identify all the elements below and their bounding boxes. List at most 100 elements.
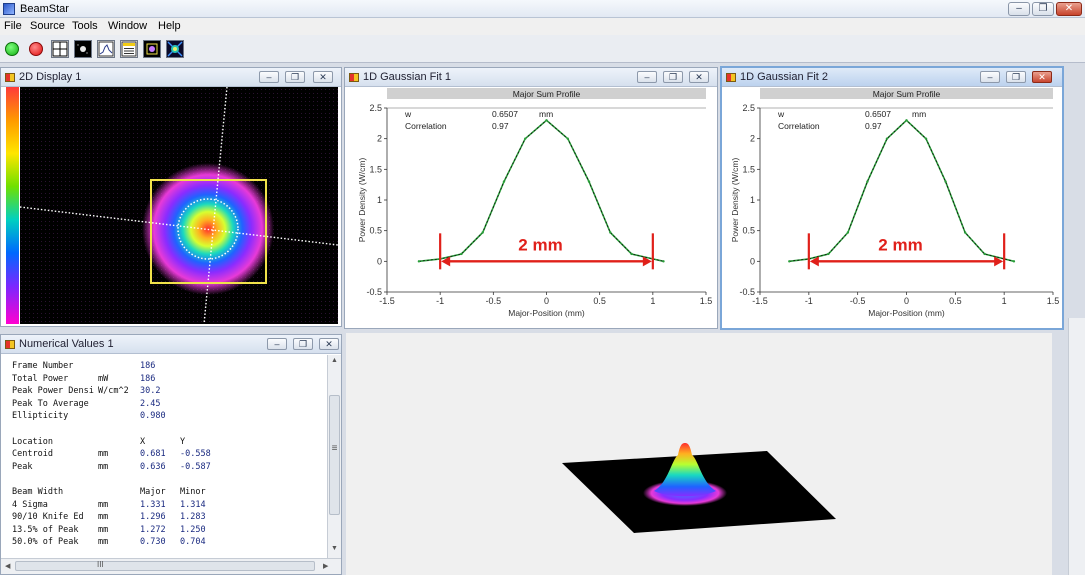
- restore-button[interactable]: ❐: [293, 338, 313, 350]
- y-axis-label: Power Density (W/cm): [357, 158, 367, 243]
- start-green-icon[interactable]: [5, 42, 19, 56]
- row-value-2: Minor: [180, 486, 206, 497]
- x-tick-label: -1.5: [752, 296, 768, 306]
- grid-display-icon[interactable]: [51, 40, 69, 58]
- row-unit: W/cm^2: [98, 386, 129, 397]
- w-label: w: [777, 109, 785, 119]
- record-red-icon[interactable]: [29, 42, 43, 56]
- y-tick-label: 0.5: [369, 226, 382, 236]
- close-button[interactable]: ✕: [313, 71, 333, 83]
- x-axis-label: Major-Position (mm): [868, 308, 945, 318]
- window-titlebar: 1D Gaussian Fit 2 – ❐ ✕: [722, 68, 1062, 87]
- x-tick-label: 0: [904, 296, 909, 306]
- y-tick-label: 2: [377, 134, 382, 144]
- close-button[interactable]: ✕: [1056, 2, 1082, 16]
- scroll-thumb[interactable]: [329, 395, 340, 515]
- w-unit: mm: [539, 109, 553, 119]
- row-value-2: 0.704: [180, 537, 206, 548]
- w-value: 0.6507: [865, 109, 891, 119]
- minimize-button[interactable]: –: [980, 71, 1000, 83]
- row-label: Total Power: [12, 373, 69, 384]
- window-titlebar: 2D Display 1 – ❐ ✕: [1, 68, 341, 87]
- x-tick-label: 0.5: [949, 296, 962, 306]
- data-point: [587, 180, 591, 183]
- window-icon: [349, 73, 359, 82]
- minimize-button[interactable]: –: [1008, 2, 1030, 16]
- horizontal-scrollbar[interactable]: ◀ III ▶: [1, 558, 341, 574]
- restore-button[interactable]: ❐: [1032, 2, 1054, 16]
- window-title: 2D Display 1: [19, 71, 82, 83]
- toolbar: [0, 35, 1085, 63]
- y-axis-label: Power Density (W/cm): [730, 158, 740, 243]
- menu-file[interactable]: File: [4, 20, 22, 32]
- spot-icon[interactable]: [143, 40, 161, 58]
- data-point: [885, 137, 889, 140]
- main-vertical-scrollbar[interactable]: [1068, 318, 1085, 575]
- restore-button[interactable]: ❐: [285, 71, 305, 83]
- scroll-thumb[interactable]: [15, 561, 315, 571]
- window-titlebar: 1D Gaussian Fit 1 – ❐ ✕: [345, 68, 717, 87]
- row-label: Peak: [12, 461, 33, 472]
- restore-button[interactable]: ❐: [1006, 71, 1026, 83]
- menu-bar: File Source Tools Window Help: [0, 18, 1085, 35]
- x-tick-label: 1: [650, 296, 655, 306]
- x-tick-label: -0.5: [850, 296, 866, 306]
- minimize-button[interactable]: –: [259, 71, 279, 83]
- 2d-beam-icon[interactable]: [74, 40, 92, 58]
- menu-help[interactable]: Help: [158, 20, 181, 32]
- color-scale-bar: [6, 87, 19, 324]
- row-value-2: Y: [180, 436, 186, 447]
- y-tick-label: 1.5: [369, 164, 382, 174]
- scroll-grip: ≡: [331, 443, 338, 454]
- row-label: 13.5% of Peak: [12, 524, 79, 535]
- close-button[interactable]: ✕: [1032, 71, 1052, 83]
- x-tick-label: 0.5: [593, 296, 606, 306]
- x-tick-label: -1.5: [379, 296, 395, 306]
- y-tick-label: -0.5: [366, 287, 382, 297]
- annotation-label: 2 mm: [878, 235, 922, 254]
- data-point: [1012, 260, 1016, 263]
- row-label: 50.0% of Peak: [12, 537, 79, 548]
- correlation-label: Correlation: [778, 121, 820, 131]
- data-point: [524, 137, 527, 140]
- row-unit: mm: [98, 537, 109, 548]
- x-tick-label: 1: [1002, 296, 1007, 306]
- x-tick-label: -1: [436, 296, 444, 306]
- x-tick-label: 1.5: [1047, 296, 1060, 306]
- row-unit: mm: [98, 499, 109, 510]
- x-tick-label: 1.5: [700, 296, 713, 306]
- plot-title: Major Sum Profile: [513, 89, 581, 99]
- data-point: [566, 137, 569, 140]
- y-tick-label: 1: [750, 195, 755, 205]
- w-unit: mm: [912, 109, 926, 119]
- row-unit: mW: [98, 373, 109, 384]
- row-unit: mm: [98, 461, 109, 472]
- close-button[interactable]: ✕: [319, 338, 339, 350]
- menu-window[interactable]: Window: [108, 20, 147, 32]
- numerical-values-icon[interactable]: [120, 40, 138, 58]
- data-point: [846, 231, 850, 234]
- row-value-1: 0.636: [140, 461, 166, 472]
- row-label: Frame Number: [12, 361, 74, 371]
- restore-button[interactable]: ❐: [663, 71, 683, 83]
- vertical-scrollbar[interactable]: ▲ ≡ ▼: [327, 355, 341, 558]
- row-value-1: 1.296: [140, 512, 166, 523]
- window-title: 1D Gaussian Fit 1: [363, 71, 452, 83]
- row-value-2: 1.283: [180, 512, 206, 523]
- beam-2d-image: [20, 87, 338, 324]
- y-tick-label: 1.5: [742, 164, 755, 174]
- minimize-button[interactable]: –: [267, 338, 287, 350]
- window-gaussian-fit-1: 1D Gaussian Fit 1 – ❐ ✕ Major Sum Profil…: [344, 67, 718, 329]
- close-button[interactable]: ✕: [689, 71, 709, 83]
- y-tick-label: 2.5: [369, 103, 382, 113]
- profile-icon[interactable]: [97, 40, 115, 58]
- 3d-view-icon[interactable]: [166, 40, 184, 58]
- minimize-button[interactable]: –: [637, 71, 657, 83]
- row-label: 4 Sigma: [12, 499, 48, 510]
- window-icon: [5, 340, 15, 349]
- y-tick-label: 1: [377, 195, 382, 205]
- window-titlebar: Numerical Values 1 – ❐ ✕: [1, 335, 341, 354]
- menu-tools[interactable]: Tools: [72, 20, 98, 32]
- menu-source[interactable]: Source: [30, 20, 65, 32]
- gaussian-fit-plot-1: Major Sum Profile -1.5 -1 -0.5 0 0.5 1 1.5 -0.5 0…: [357, 88, 713, 318]
